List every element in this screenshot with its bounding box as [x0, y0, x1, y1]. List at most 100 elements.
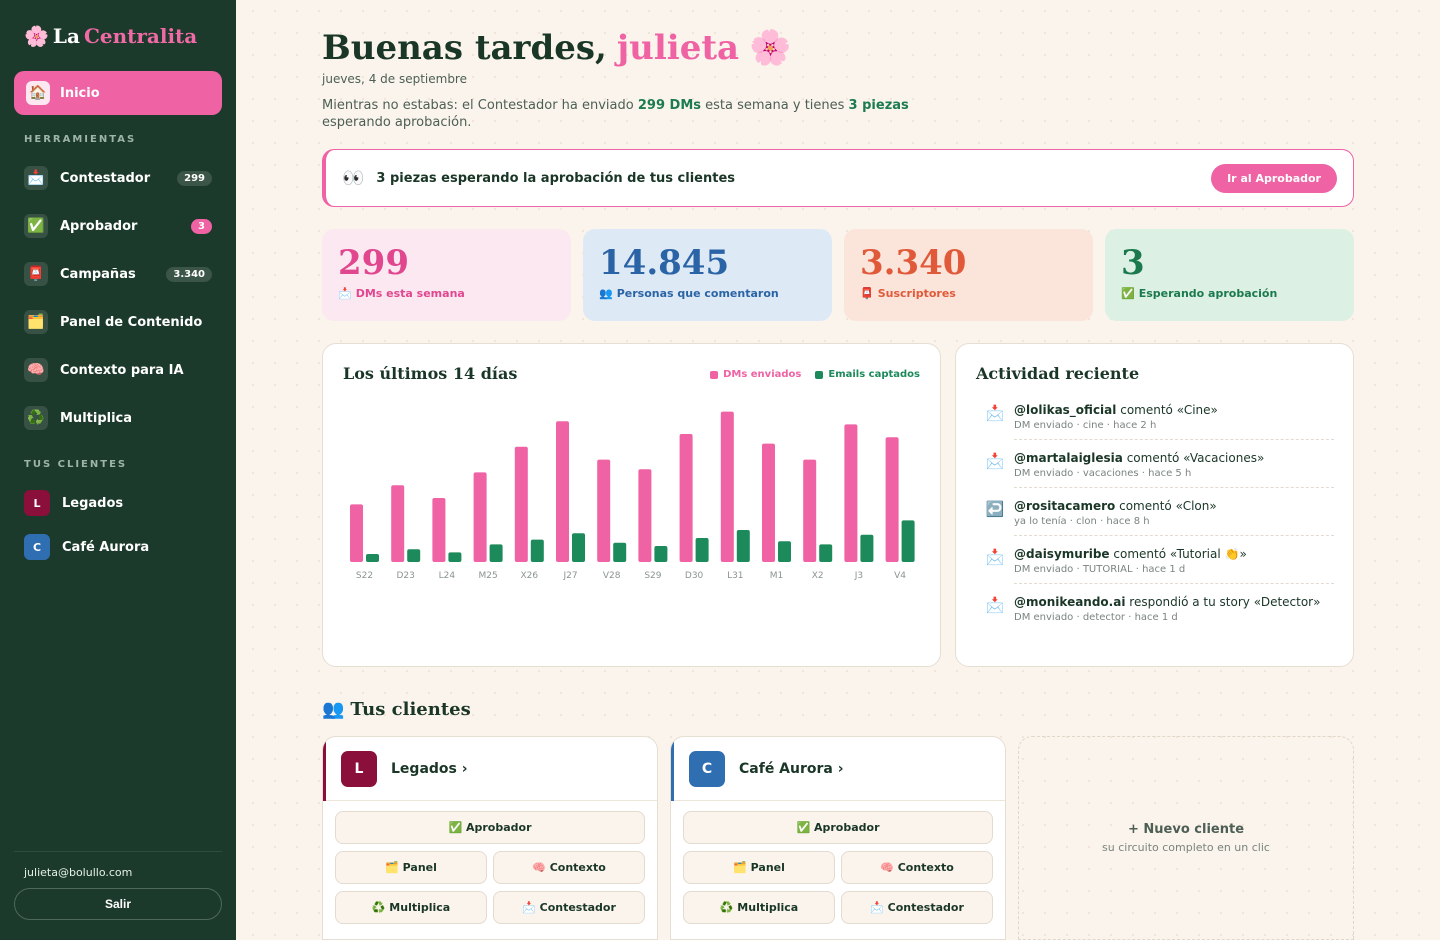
sidebar-item-multiplica[interactable]: ♻️ Multiplica [24, 405, 212, 431]
activity-list: 📩 @lolikas_oficial comentó «Cine» DM env… [986, 400, 1334, 639]
brand-name-a: La [52, 24, 80, 48]
sidebar-item-panel[interactable]: 🗂️ Panel de Contenido [24, 309, 212, 335]
approver-button[interactable]: ✅ Aprobador [335, 811, 645, 844]
sidebar-item-label: Legados [62, 495, 124, 511]
stat-value: 299 [338, 243, 409, 283]
bar-chart: S22 D23 L24 M25 X26 J27 V28 S29 D30 L31 M1 X2 J3 V4 [350, 411, 915, 581]
x-tick-label: X26 [520, 571, 538, 581]
bar-emails-X2 [819, 544, 833, 562]
user-name: julieta [616, 28, 740, 68]
context-button[interactable]: 🧠 Contexto [493, 851, 645, 884]
summary-part: esta semana y tienes [705, 98, 845, 113]
new-client-title: + Nuevo cliente [1127, 822, 1245, 837]
client-tools: ✅ Aprobador 🗂️ Panel 🧠 Contexto ♻️ Multip… [335, 811, 645, 931]
envelope-icon: 📩 [985, 404, 1005, 422]
activity-user: @daisymuribe [1014, 547, 1110, 561]
activity-action: comentó «Clon» [1119, 499, 1217, 513]
stat-label-text: Esperando aprobación [1138, 287, 1278, 300]
multiplica-button[interactable]: ♻️ Multiplica [683, 891, 835, 924]
contestador-button[interactable]: 📩 Contestador [493, 891, 645, 924]
activity-card: Actividad reciente 📩 @lolikas_oficial co… [955, 343, 1354, 667]
stat-card-commenters: 14.845 👥 Personas que comentaron [583, 229, 832, 321]
activity-text: @lolikas_oficial comentó «Cine» [1014, 403, 1218, 418]
bar-dms-D30 [679, 434, 693, 562]
panel-button[interactable]: 🗂️ Panel [335, 851, 487, 884]
client-card-legados: L Legados › ✅ Aprobador 🗂️ Panel 🧠 Contex… [322, 736, 658, 940]
activity-meta: ya lo tenía · clon · hace 8 h [1014, 516, 1150, 527]
stat-value: 3.340 [860, 243, 967, 283]
context-button[interactable]: 🧠 Contexto [841, 851, 993, 884]
x-tick-label: J3 [854, 571, 863, 581]
count-badge: 299 [177, 170, 212, 186]
go-to-approver-button[interactable]: Ir al Aprobador [1211, 163, 1337, 193]
sidebar-item-campanas[interactable]: 📮 Campañas 3.340 [24, 261, 212, 287]
activity-item[interactable]: 📩 @lolikas_oficial comentó «Cine» DM env… [986, 400, 1334, 440]
activity-meta: DM enviado · TUTORIAL · hace 1 d [1014, 564, 1186, 575]
sidebar-client-cafe-aurora[interactable]: C Café Aurora [24, 534, 212, 560]
activity-user: @monikeando.ai [1014, 595, 1126, 609]
activity-action: comentó «Cine» [1120, 403, 1218, 417]
sidebar-client-legados[interactable]: L Legados [24, 490, 212, 516]
bar-dms-S29 [638, 469, 652, 562]
activity-meta: DM enviado · vacaciones · hace 5 h [1014, 468, 1192, 479]
x-tick-label: J27 [562, 571, 577, 581]
card-accent [323, 737, 326, 801]
activity-meta: DM enviado · detector · hace 1 d [1014, 612, 1178, 623]
activity-item[interactable]: 📩 @monikeando.ai respondió a tu story «D… [986, 592, 1334, 631]
current-date: jueves, 4 de septiembre [322, 72, 467, 86]
clients-heading: 👥 Tus clientes [322, 699, 471, 720]
x-tick-label: S22 [356, 571, 373, 581]
stat-label-text: Suscriptores [877, 287, 956, 300]
people-icon: 👥 [322, 699, 345, 720]
sidebar-item-contexto[interactable]: 🧠 Contexto para IA [24, 357, 212, 383]
bar-dms-D23 [391, 485, 405, 562]
people-icon: 👥 [599, 287, 613, 300]
brand-logo[interactable]: 🌸 La Centralita [24, 24, 197, 48]
activity-item[interactable]: 📩 @daisymuribe comentó «Tutorial 👏» DM e… [986, 544, 1334, 584]
client-avatar: L [341, 750, 377, 787]
bar-emails-S22 [366, 554, 379, 562]
activity-item[interactable]: ↩️ @rositacamero comentó «Clon» ya lo te… [986, 496, 1334, 536]
folder-icon: 🗂️ [24, 310, 48, 334]
stat-label: 📩 DMs esta semana [338, 287, 555, 300]
contestador-button[interactable]: 📩 Contestador [841, 891, 993, 924]
bar-dms-J3 [844, 424, 858, 562]
alert-text: 3 piezas esperando la aprobación de tus … [376, 170, 736, 186]
activity-item[interactable]: 📩 @martalaiglesia comentó «Vacaciones» D… [986, 448, 1334, 488]
bar-dms-X26 [514, 446, 528, 562]
bar-dms-M25 [473, 472, 487, 562]
sidebar-item-inicio[interactable]: 🏠 Inicio [14, 71, 222, 115]
sidebar-item-label: Café Aurora [62, 539, 150, 555]
sidebar-item-contestador[interactable]: 📩 Contestador 299 [24, 165, 212, 191]
stat-label: ✅ Esperando aprobación [1121, 287, 1338, 300]
panel-button[interactable]: 🗂️ Panel [683, 851, 835, 884]
new-client-card[interactable]: + Nuevo cliente su circuito completo en … [1018, 736, 1354, 940]
mailbox-icon: 📮 [24, 262, 48, 286]
eyes-icon: 👀 [342, 167, 365, 189]
bar-emails-D23 [407, 549, 421, 562]
client-card-header[interactable]: C Café Aurora › [671, 737, 1005, 801]
activity-user: @martalaiglesia [1014, 451, 1123, 465]
client-card-header[interactable]: L Legados › [323, 737, 657, 801]
bar-dms-V28 [597, 459, 611, 562]
sidebar-item-label: Aprobador [60, 218, 138, 234]
summary-pieces: 3 piezas [848, 98, 909, 113]
bar-dms-X2 [803, 459, 817, 562]
logout-button[interactable]: Salir [14, 888, 222, 920]
x-tick-label: V4 [894, 571, 906, 581]
bar-emails-X26 [530, 539, 544, 562]
flower-icon: 🌸 [24, 24, 49, 48]
recycle-icon: ♻️ [24, 406, 48, 430]
house-icon: 🏠 [26, 81, 50, 105]
client-card-cafe-aurora: C Café Aurora › ✅ Aprobador 🗂️ Panel 🧠 Co… [670, 736, 1006, 940]
approver-button[interactable]: ✅ Aprobador [683, 811, 993, 844]
multiplica-button[interactable]: ♻️ Multiplica [335, 891, 487, 924]
x-tick-label: V28 [603, 571, 621, 581]
approval-alert: 👀 3 piezas esperando la aprobación de tu… [322, 149, 1354, 207]
x-tick-label: X2 [812, 571, 824, 581]
activity-title: Actividad reciente [976, 364, 1140, 383]
sidebar-item-aprobador[interactable]: ✅ Aprobador 3 [24, 213, 212, 239]
sidebar: 🌸 La Centralita 🏠 Inicio HERRAMIENTAS 📩 … [0, 0, 236, 940]
stat-card-subscribers: 3.340 📮 Suscriptores [844, 229, 1093, 321]
bar-emails-V4 [901, 520, 915, 562]
